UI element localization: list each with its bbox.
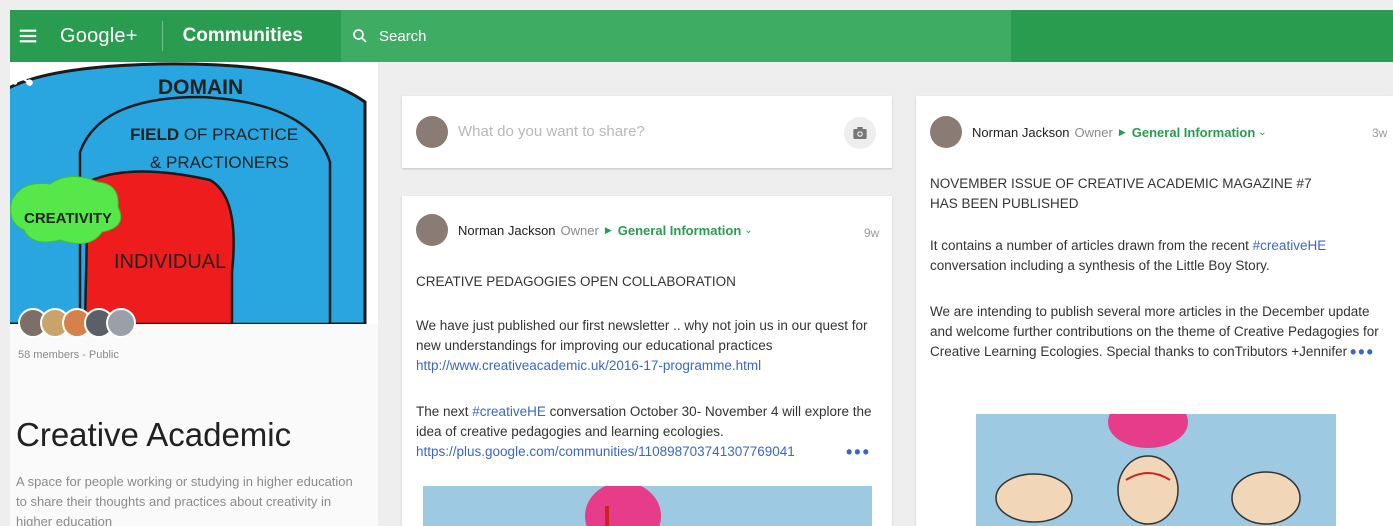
- more-dots-icon[interactable]: •••: [1350, 342, 1375, 363]
- post-image-art: [423, 486, 872, 526]
- share-box[interactable]: What do you want to share?: [402, 96, 892, 168]
- top-bar: Google+ Communities: [10, 10, 1393, 62]
- post-paragraph: We are intending to publish several more…: [930, 302, 1382, 362]
- post-text: The next: [416, 404, 469, 419]
- menu-icon: [19, 29, 37, 43]
- post-header: Norman Jackson Owner ▶ General Informati…: [416, 214, 753, 246]
- cover-label-field-bold: FIELD: [130, 125, 179, 144]
- avatar[interactable]: [930, 116, 962, 148]
- post-title-line: NOVEMBER ISSUE OF CREATIVE ACADEMIC MAGA…: [930, 176, 1312, 191]
- post-author[interactable]: Norman Jackson: [972, 125, 1070, 140]
- community-cover-image: DOMAIN FIELD OF PRACTICE & PRACTIONERS C…: [10, 62, 378, 324]
- post-category[interactable]: General Information: [1132, 125, 1256, 140]
- avatar[interactable]: [106, 308, 136, 338]
- post-title: NOVEMBER ISSUE OF CREATIVE ACADEMIC MAGA…: [930, 174, 1380, 214]
- search-bar[interactable]: [341, 10, 1011, 62]
- post-age[interactable]: 9w: [864, 226, 879, 240]
- avatar: [416, 116, 448, 148]
- post-text: We have just published our first newslet…: [416, 318, 868, 353]
- chevron-down-icon[interactable]: ⌄: [744, 225, 752, 236]
- section-title[interactable]: Communities: [183, 25, 303, 47]
- post-title-line: HAS BEEN PUBLISHED: [930, 196, 1079, 211]
- post-age[interactable]: 3w: [1372, 126, 1387, 140]
- hashtag-link[interactable]: #creativeHE: [472, 404, 546, 419]
- more-dots-icon[interactable]: •••: [846, 442, 871, 463]
- post-link[interactable]: https://plus.google.com/communities/1108…: [416, 444, 795, 459]
- post-category[interactable]: General Information: [618, 223, 742, 238]
- app: Google+ Communities DOMAIN FIELD OF PRAC…: [0, 0, 1393, 526]
- cover-label-field: FIELD OF PRACTICE: [130, 125, 298, 144]
- arrow-right-icon: ▶: [1118, 126, 1126, 137]
- arrow-right-icon: ▶: [604, 224, 612, 235]
- search-icon: [353, 29, 367, 43]
- avatar[interactable]: [416, 214, 448, 246]
- post-text: conversation including a synthesis of th…: [930, 258, 1270, 273]
- cover-label-practioners: & PRACTIONERS: [150, 153, 289, 172]
- post-image-art: [976, 414, 1336, 526]
- post-title: CREATIVE PEDAGOGIES OPEN COLLABORATION: [416, 274, 736, 289]
- post-text: It contains a number of articles drawn f…: [930, 238, 1249, 253]
- post-header: Norman Jackson Owner ▶ General Informati…: [930, 116, 1267, 148]
- post-role: Owner: [560, 222, 599, 238]
- topbar-divider: [161, 21, 163, 51]
- post-paragraph: The next #creativeHE conversation Octobe…: [416, 402, 878, 462]
- community-description: A space for people working or studying i…: [16, 474, 353, 526]
- google-plus-logo[interactable]: Google+: [60, 25, 138, 48]
- chevron-down-icon[interactable]: ⌄: [1258, 127, 1266, 138]
- hashtag-link[interactable]: #creativeHE: [1253, 238, 1327, 253]
- post-text: We are intending to publish several more…: [930, 304, 1379, 359]
- post-role: Owner: [1074, 124, 1113, 140]
- members-count[interactable]: 58 members - Public: [18, 349, 119, 361]
- cover-label-creativity: CREATIVITY: [24, 210, 112, 227]
- post-card: Norman Jackson Owner ▶ General Informati…: [402, 196, 892, 526]
- cover-diagram: DOMAIN FIELD OF PRACTICE & PRACTIONERS C…: [10, 62, 378, 324]
- share-prompt[interactable]: What do you want to share?: [458, 123, 645, 140]
- post-paragraph: We have just published our first newslet…: [416, 316, 878, 376]
- search-input[interactable]: [379, 27, 979, 45]
- camera-button[interactable]: [844, 117, 876, 149]
- cover-label-domain: DOMAIN: [158, 76, 243, 99]
- community-panel: DOMAIN FIELD OF PRACTICE & PRACTIONERS C…: [10, 62, 378, 526]
- community-title: Creative Academic: [16, 416, 292, 453]
- post-image[interactable]: [423, 486, 872, 526]
- camera-icon: [853, 127, 867, 139]
- post-image[interactable]: [976, 414, 1336, 526]
- post-author[interactable]: Norman Jackson: [458, 223, 556, 238]
- post-link[interactable]: http://www.creativeacademic.uk/2016-17-p…: [416, 358, 761, 373]
- more-vert-icon[interactable]: [10, 62, 20, 88]
- cover-label-individual: INDIVIDUAL: [114, 251, 226, 273]
- menu-button[interactable]: [10, 10, 46, 62]
- cover-label-field-rest: OF PRACTICE: [179, 125, 298, 144]
- member-avatars[interactable]: [18, 308, 136, 338]
- post-paragraph: It contains a number of articles drawn f…: [930, 236, 1380, 276]
- post-card: Norman Jackson Owner ▶ General Informati…: [916, 96, 1393, 526]
